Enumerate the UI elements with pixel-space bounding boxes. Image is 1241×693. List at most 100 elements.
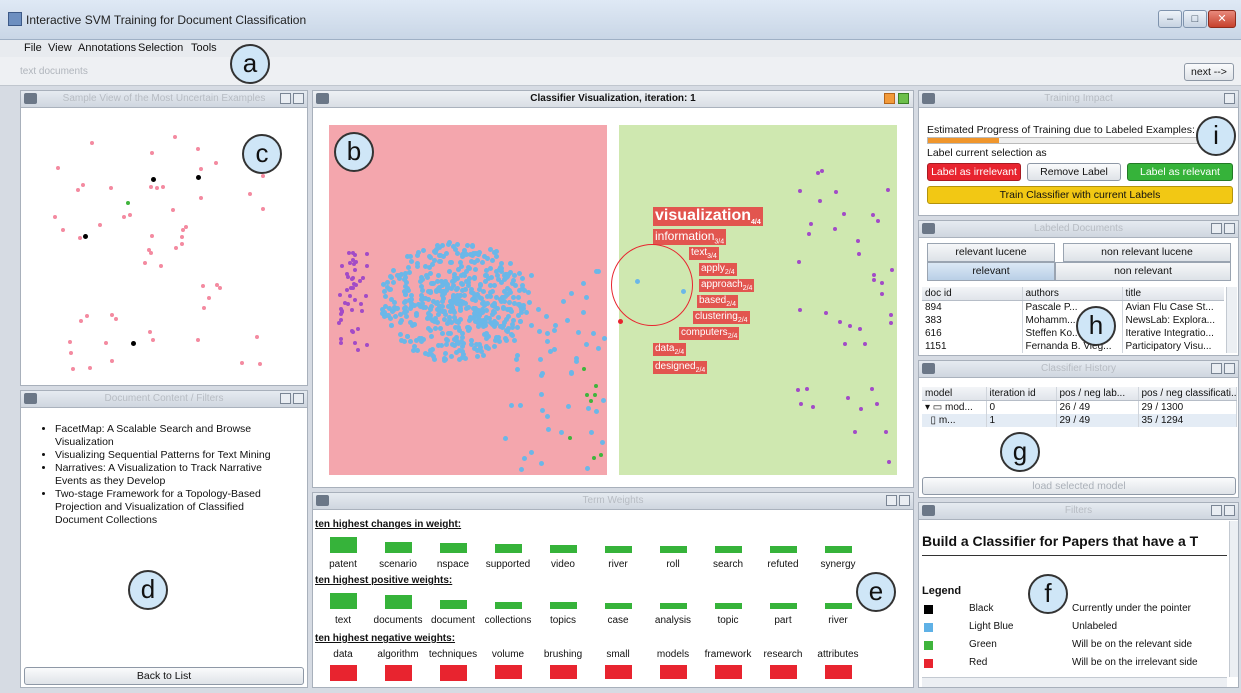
document-point[interactable] <box>183 225 188 230</box>
weight-bar[interactable] <box>660 665 687 679</box>
document-point[interactable] <box>179 234 184 239</box>
document-point[interactable] <box>52 215 57 220</box>
document-point[interactable] <box>180 241 185 246</box>
document-point[interactable] <box>465 324 471 330</box>
weight-bar[interactable] <box>330 593 357 609</box>
document-point[interactable] <box>421 247 427 253</box>
term-label[interactable]: apply2/4 <box>699 263 737 276</box>
document-point[interactable] <box>593 393 598 398</box>
document-point[interactable] <box>385 279 391 285</box>
document-point[interactable] <box>515 295 521 301</box>
document-point[interactable] <box>198 166 203 171</box>
document-point[interactable] <box>516 301 522 307</box>
document-point[interactable] <box>443 250 449 256</box>
document-point[interactable] <box>364 264 369 269</box>
document-point[interactable] <box>103 341 108 346</box>
document-point[interactable] <box>412 303 418 309</box>
document-point[interactable] <box>538 356 543 362</box>
document-point[interactable] <box>496 314 502 320</box>
document-point[interactable] <box>503 435 509 441</box>
horizontal-scrollbar[interactable] <box>922 677 1227 687</box>
document-point[interactable] <box>492 344 498 350</box>
minimize-panel-icon[interactable] <box>1211 363 1222 374</box>
panel-menu-icon[interactable] <box>922 223 935 234</box>
document-point[interactable] <box>446 240 452 246</box>
document-point[interactable] <box>599 453 604 458</box>
minimize-panel-icon[interactable] <box>280 393 291 404</box>
document-point[interactable] <box>172 134 177 139</box>
document-point[interactable] <box>436 273 442 279</box>
document-point[interactable] <box>456 324 462 330</box>
document-point[interactable] <box>886 460 891 464</box>
document-point[interactable] <box>529 272 535 278</box>
weight-bar[interactable] <box>330 537 357 553</box>
document-point[interactable] <box>561 298 567 304</box>
document-point[interactable] <box>198 196 203 201</box>
document-point[interactable] <box>470 251 476 257</box>
document-point[interactable] <box>459 355 465 361</box>
maximize-panel-icon[interactable] <box>293 393 304 404</box>
document-point[interactable] <box>340 309 345 314</box>
document-point[interactable] <box>558 430 564 436</box>
panel-menu-icon[interactable] <box>922 363 935 374</box>
menu-file[interactable]: File <box>24 42 42 54</box>
document-point[interactable] <box>544 331 550 337</box>
weight-bar[interactable] <box>605 665 632 679</box>
document-point[interactable] <box>596 269 602 275</box>
train-classifier-button[interactable]: Train Classifier with current Labels <box>927 186 1233 204</box>
document-point[interactable] <box>506 300 512 306</box>
document-point[interactable] <box>451 314 457 320</box>
document-point[interactable] <box>350 286 355 291</box>
document-point[interactable] <box>195 147 200 152</box>
document-point[interactable] <box>444 341 450 347</box>
document-point[interactable] <box>853 429 858 434</box>
document-point[interactable] <box>345 288 350 293</box>
document-point[interactable] <box>519 466 525 472</box>
document-point[interactable] <box>398 271 404 277</box>
document-point[interactable] <box>519 283 525 289</box>
document-point[interactable] <box>353 341 358 346</box>
weight-bar[interactable] <box>825 665 852 679</box>
document-point[interactable] <box>257 361 262 366</box>
document-point[interactable] <box>819 169 824 174</box>
document-point[interactable] <box>484 293 490 299</box>
document-point[interactable] <box>364 342 369 347</box>
document-point[interactable] <box>518 402 524 408</box>
document-point[interactable] <box>432 356 438 362</box>
document-point[interactable] <box>425 296 431 302</box>
document-point[interactable] <box>143 261 148 266</box>
document-point[interactable] <box>360 308 365 313</box>
document-point[interactable] <box>584 466 590 472</box>
document-point[interactable] <box>464 278 470 284</box>
document-point[interactable] <box>201 305 206 310</box>
document-point[interactable] <box>600 397 606 403</box>
document-point[interactable] <box>122 214 127 219</box>
document-point[interactable] <box>403 313 409 319</box>
weight-bar[interactable] <box>715 546 742 553</box>
document-point[interactable] <box>449 341 455 347</box>
menu-annotations[interactable]: Annotations <box>78 42 136 54</box>
document-point[interactable] <box>98 223 103 228</box>
weight-bar[interactable] <box>770 546 797 553</box>
document-point[interactable] <box>468 316 474 322</box>
document-point[interactable] <box>261 206 266 211</box>
table-row[interactable]: 383 Mohamm... NewsLab: Explora... <box>922 314 1224 327</box>
weight-bar[interactable] <box>770 665 797 679</box>
document-point[interactable] <box>239 361 244 366</box>
document-point[interactable] <box>618 319 623 324</box>
document-point[interactable] <box>415 252 421 258</box>
document-point[interactable] <box>68 339 73 344</box>
weight-bar[interactable] <box>825 603 852 609</box>
document-point[interactable] <box>582 367 587 372</box>
document-point[interactable] <box>883 429 888 434</box>
document-point[interactable] <box>349 277 354 282</box>
document-point[interactable] <box>414 261 420 267</box>
panel-menu-icon[interactable] <box>316 93 329 104</box>
document-point[interactable] <box>458 308 464 314</box>
document-point[interactable] <box>503 294 509 300</box>
document-point[interactable] <box>797 188 802 193</box>
document-point[interactable] <box>422 305 428 311</box>
document-point[interactable] <box>76 187 81 192</box>
weight-bar[interactable] <box>715 665 742 679</box>
minimize-panel-icon[interactable] <box>884 93 895 104</box>
